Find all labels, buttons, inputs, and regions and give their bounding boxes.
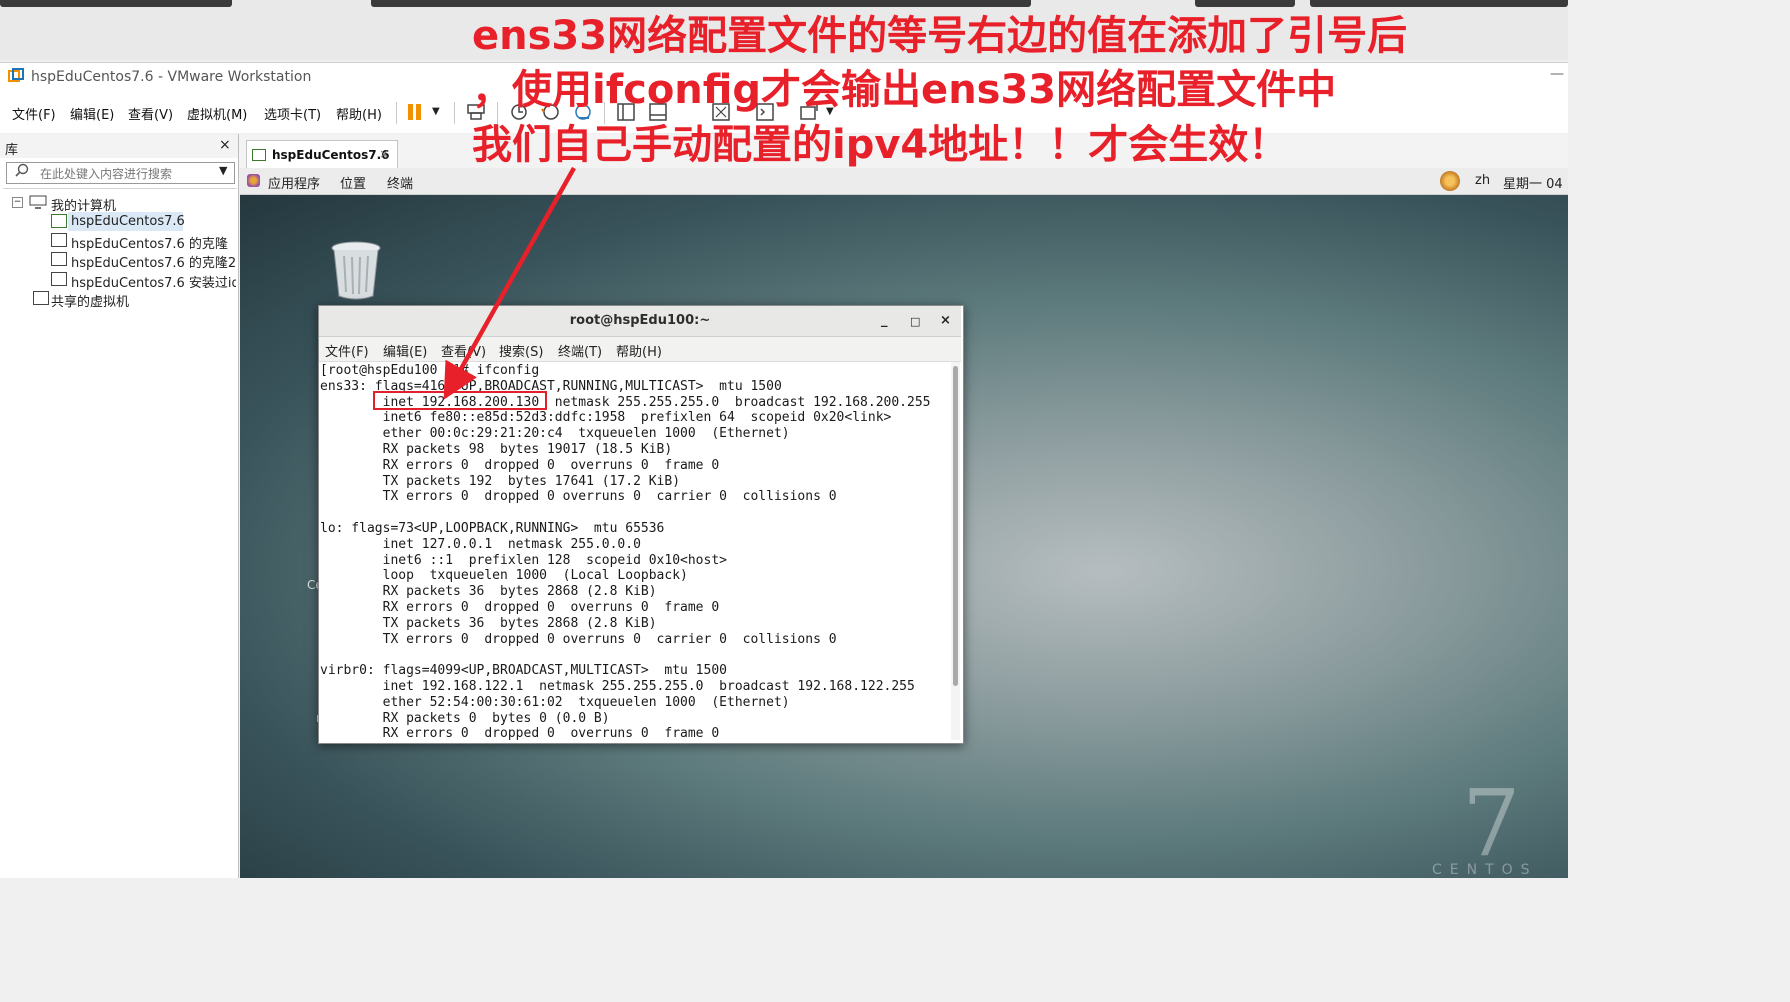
terminal-menu-terminal[interactable]: 终端(T): [558, 341, 602, 360]
library-header: [0, 134, 238, 158]
computer-icon: [29, 195, 47, 209]
terminal-line: TX packets 36 bytes 2868 (2.8 KiB): [320, 615, 657, 631]
terminal-close-button[interactable]: ×: [940, 313, 951, 328]
gnome-places-menu[interactable]: 位置: [340, 173, 366, 192]
terminal-menu-edit[interactable]: 编辑(E): [383, 341, 427, 360]
terminal-line: inet6 ::1 prefixlen 128 scopeid 0x10<hos…: [320, 552, 727, 568]
annotation-line-3: 我们自己手动配置的ipv4地址！！才会生效！: [472, 122, 1289, 168]
terminal-minimize-button[interactable]: _: [881, 313, 888, 328]
vmware-logo-icon: [8, 68, 24, 82]
chevron-down-icon[interactable]: ▼: [219, 164, 227, 177]
terminal-line: ether 00:0c:29:21:20:c4 txqueuelen 1000 …: [320, 426, 790, 442]
terminal-line: TX packets 192 bytes 17641 (17.2 KiB): [320, 473, 681, 489]
collapse-toggle-icon[interactable]: −: [12, 197, 23, 208]
menu-tabs[interactable]: 选项卡(T): [264, 104, 321, 123]
library-search-placeholder: 在此处键入内容进行搜索: [40, 167, 173, 181]
vm-tab-label: hspEduCentos7.6: [272, 148, 390, 162]
gnome-applications-menu[interactable]: 应用程序: [268, 173, 320, 192]
terminal-menu-view[interactable]: 查看(V): [441, 341, 486, 360]
terminal-line: RX packets 98 bytes 19017 (18.5 KiB): [320, 442, 673, 457]
terminal-line: inet 127.0.0.1 netmask 255.0.0.0: [320, 536, 641, 552]
search-icon: [15, 163, 29, 177]
vm-icon: [51, 233, 67, 247]
tree-vm-item[interactable]: hspEduCentos7.6 的克隆: [71, 233, 228, 252]
tree-vm-item[interactable]: hspEduCentos7.6 安装过id: [71, 272, 236, 291]
menu-view[interactable]: 查看(V): [128, 104, 173, 123]
host-tab[interactable]: [371, 0, 1031, 7]
terminal-line: loop txqueuelen 1000 (Local Loopback): [320, 568, 688, 584]
tree-vm-item[interactable]: hspEduCentos7.6 的克隆2: [71, 252, 236, 271]
terminal-menu-file[interactable]: 文件(F): [325, 341, 369, 360]
menu-file[interactable]: 文件(F): [12, 104, 56, 123]
terminal-menu-search[interactable]: 搜索(S): [499, 341, 543, 360]
tree-shared-vms[interactable]: 共享的虚拟机: [51, 291, 129, 310]
terminal-line: ether 52:54:00:30:61:02 txqueuelen 1000 …: [320, 694, 790, 710]
terminal-title: root@hspEdu100:~: [569, 313, 711, 328]
vm-tab-icon: [252, 149, 266, 161]
terminal-line: TX errors 0 dropped 0 overruns 0 carrier…: [320, 631, 837, 647]
pause-icon[interactable]: [404, 101, 426, 123]
gnome-top-panel: [240, 168, 1568, 195]
terminal-menu-help[interactable]: 帮助(H): [616, 341, 662, 360]
vm-icon: [51, 272, 67, 286]
menu-edit[interactable]: 编辑(E): [70, 104, 114, 123]
terminal-line: [root@hspEdu100 ~]# ifconfig: [320, 363, 540, 378]
host-tab[interactable]: [0, 0, 232, 7]
tree-vm-item[interactable]: hspEduCentos7.6: [71, 214, 185, 229]
terminal-line: virbr0: flags=4099<UP,BROADCAST,MULTICAS…: [320, 663, 727, 679]
host-tab[interactable]: [1310, 0, 1568, 7]
shared-vms-icon: [33, 291, 49, 305]
input-method-icon[interactable]: [1440, 171, 1460, 191]
vm-tab-close-button[interactable]: ×: [379, 147, 389, 161]
terminal-line: RX packets 36 bytes 2868 (2.8 KiB): [320, 584, 657, 600]
terminal-line: RX errors 0 dropped 0 overruns 0 frame 0: [320, 457, 720, 473]
library-close-button[interactable]: ×: [219, 137, 231, 153]
vm-icon: [51, 252, 67, 266]
host-tab[interactable]: [1195, 0, 1295, 7]
centos-watermark-number: 7: [1462, 770, 1521, 877]
centos-watermark-word: CENTOS: [1432, 862, 1538, 878]
gnome-clock[interactable]: 星期一 04: [1503, 173, 1563, 192]
terminal-maximize-button[interactable]: □: [910, 315, 920, 328]
terminal-line: inet6 fe80::e85d:52d3:ddfc:1958 prefixle…: [320, 410, 892, 426]
window-title: hspEduCentos7.6 - VMware Workstation: [31, 69, 312, 85]
annotation-line-1: ens33网络配置文件的等号右边的值在添加了引号后: [472, 13, 1408, 59]
gnome-language-indicator[interactable]: zh: [1475, 173, 1490, 188]
terminal-line: lo: flags=73<UP,LOOPBACK,RUNNING> mtu 65…: [320, 521, 665, 536]
applications-icon: [247, 174, 260, 187]
terminal-line: inet 192.168.122.1 netmask 255.255.255.0…: [320, 679, 915, 694]
terminal-line: TX errors 0 dropped 0 overruns 0 carrier…: [320, 489, 837, 505]
annotation-line-2: ，使用ifconfig才会输出ens33网络配置文件中: [472, 67, 1337, 113]
menu-help[interactable]: 帮助(H): [336, 104, 382, 123]
minimize-button[interactable]: —: [1550, 66, 1564, 82]
terminal-output[interactable]: [root@hspEdu100 ~]# ifconfig ens33: flags…: [320, 362, 950, 740]
terminal-line: RX errors 0 dropped 0 overruns 0 frame 0: [320, 726, 720, 740]
terminal-line: RX errors 0 dropped 0 overruns 0 frame 0: [320, 600, 720, 615]
terminal-scrollbar-thumb[interactable]: [953, 366, 958, 686]
vm-running-icon: [51, 214, 67, 228]
terminal-line: RX packets 0 bytes 0 (0.0 B): [320, 710, 610, 726]
highlight-box: [373, 391, 547, 410]
pause-dropdown-icon[interactable]: ▼: [432, 106, 440, 117]
library-title: 库: [5, 143, 19, 158]
menu-vm[interactable]: 虚拟机(M): [187, 104, 247, 123]
trash-icon[interactable]: [330, 240, 382, 302]
gnome-terminal-menu[interactable]: 终端: [387, 173, 413, 192]
